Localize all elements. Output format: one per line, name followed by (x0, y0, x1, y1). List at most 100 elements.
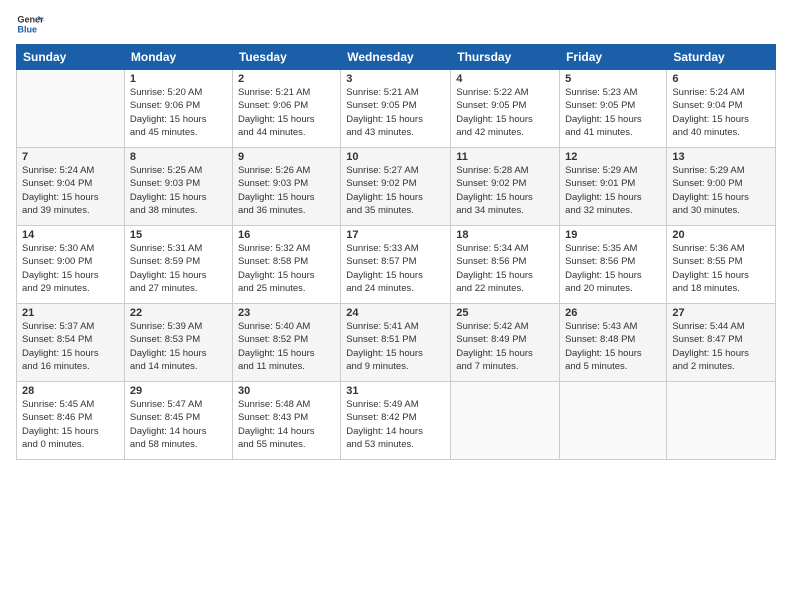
daylight-label: Daylight: 15 hours (22, 348, 99, 359)
daylight-label: Daylight: 15 hours (456, 348, 533, 359)
day-number: 7 (22, 151, 119, 163)
calendar-cell: 5Sunrise: 5:23 AMSunset: 9:05 PMDaylight… (560, 70, 667, 148)
sunrise-text: Sunrise: 5:21 AM (238, 87, 310, 98)
daylight-duration: and 32 minutes. (565, 205, 633, 216)
sunset-text: Sunset: 8:48 PM (565, 334, 635, 345)
daylight-label: Daylight: 15 hours (238, 114, 315, 125)
sunset-text: Sunset: 8:52 PM (238, 334, 308, 345)
calendar-cell (451, 382, 560, 460)
sunset-text: Sunset: 8:47 PM (672, 334, 742, 345)
daylight-label: Daylight: 15 hours (238, 348, 315, 359)
day-number: 26 (565, 307, 661, 319)
daylight-duration: and 34 minutes. (456, 205, 524, 216)
sunrise-text: Sunrise: 5:28 AM (456, 165, 528, 176)
daylight-label: Daylight: 15 hours (456, 192, 533, 203)
day-number: 28 (22, 385, 119, 397)
calendar-cell: 4Sunrise: 5:22 AMSunset: 9:05 PMDaylight… (451, 70, 560, 148)
daylight-label: Daylight: 15 hours (456, 114, 533, 125)
sunrise-text: Sunrise: 5:26 AM (238, 165, 310, 176)
sunrise-text: Sunrise: 5:20 AM (130, 87, 202, 98)
calendar-cell: 7Sunrise: 5:24 AMSunset: 9:04 PMDaylight… (17, 148, 125, 226)
sunset-text: Sunset: 9:04 PM (22, 178, 92, 189)
calendar-cell: 22Sunrise: 5:39 AMSunset: 8:53 PMDayligh… (124, 304, 232, 382)
sunrise-text: Sunrise: 5:37 AM (22, 321, 94, 332)
daylight-duration: and 24 minutes. (346, 283, 414, 294)
daylight-label: Daylight: 15 hours (565, 192, 642, 203)
sunrise-text: Sunrise: 5:44 AM (672, 321, 744, 332)
daylight-label: Daylight: 15 hours (130, 348, 207, 359)
day-info: Sunrise: 5:42 AMSunset: 8:49 PMDaylight:… (456, 320, 554, 373)
daylight-duration: and 43 minutes. (346, 127, 414, 138)
day-info: Sunrise: 5:25 AMSunset: 9:03 PMDaylight:… (130, 164, 227, 217)
calendar-cell: 13Sunrise: 5:29 AMSunset: 9:00 PMDayligh… (667, 148, 776, 226)
day-info: Sunrise: 5:36 AMSunset: 8:55 PMDaylight:… (672, 242, 770, 295)
weekday-header-tuesday: Tuesday (232, 45, 340, 70)
day-number: 1 (130, 73, 227, 85)
day-number: 27 (672, 307, 770, 319)
calendar-cell: 30Sunrise: 5:48 AMSunset: 8:43 PMDayligh… (232, 382, 340, 460)
daylight-duration: and 30 minutes. (672, 205, 740, 216)
daylight-duration: and 9 minutes. (346, 361, 408, 372)
sunset-text: Sunset: 8:42 PM (346, 412, 416, 423)
calendar-cell: 11Sunrise: 5:28 AMSunset: 9:02 PMDayligh… (451, 148, 560, 226)
daylight-label: Daylight: 15 hours (238, 270, 315, 281)
calendar-cell: 19Sunrise: 5:35 AMSunset: 8:56 PMDayligh… (560, 226, 667, 304)
day-number: 24 (346, 307, 445, 319)
daylight-duration: and 41 minutes. (565, 127, 633, 138)
sunset-text: Sunset: 9:02 PM (346, 178, 416, 189)
sunrise-text: Sunrise: 5:30 AM (22, 243, 94, 254)
daylight-label: Daylight: 15 hours (565, 270, 642, 281)
daylight-label: Daylight: 15 hours (22, 426, 99, 437)
daylight-label: Daylight: 15 hours (130, 270, 207, 281)
page: General Blue SundayMondayTuesdayWednesda… (0, 0, 792, 470)
day-number: 9 (238, 151, 335, 163)
sunrise-text: Sunrise: 5:41 AM (346, 321, 418, 332)
sunset-text: Sunset: 8:46 PM (22, 412, 92, 423)
sunrise-text: Sunrise: 5:29 AM (565, 165, 637, 176)
daylight-label: Daylight: 15 hours (672, 270, 749, 281)
sunrise-text: Sunrise: 5:49 AM (346, 399, 418, 410)
sunrise-text: Sunrise: 5:43 AM (565, 321, 637, 332)
sunrise-text: Sunrise: 5:40 AM (238, 321, 310, 332)
daylight-label: Daylight: 15 hours (238, 192, 315, 203)
week-row-5: 28Sunrise: 5:45 AMSunset: 8:46 PMDayligh… (17, 382, 776, 460)
day-info: Sunrise: 5:41 AMSunset: 8:51 PMDaylight:… (346, 320, 445, 373)
day-number: 6 (672, 73, 770, 85)
sunrise-text: Sunrise: 5:32 AM (238, 243, 310, 254)
day-number: 23 (238, 307, 335, 319)
daylight-duration: and 36 minutes. (238, 205, 306, 216)
sunset-text: Sunset: 8:49 PM (456, 334, 526, 345)
daylight-duration: and 20 minutes. (565, 283, 633, 294)
daylight-duration: and 53 minutes. (346, 439, 414, 450)
day-number: 5 (565, 73, 661, 85)
sunset-text: Sunset: 8:56 PM (565, 256, 635, 267)
daylight-label: Daylight: 15 hours (130, 192, 207, 203)
sunset-text: Sunset: 8:58 PM (238, 256, 308, 267)
svg-text:Blue: Blue (17, 24, 37, 34)
sunset-text: Sunset: 8:59 PM (130, 256, 200, 267)
calendar-cell: 21Sunrise: 5:37 AMSunset: 8:54 PMDayligh… (17, 304, 125, 382)
sunrise-text: Sunrise: 5:21 AM (346, 87, 418, 98)
daylight-label: Daylight: 15 hours (672, 192, 749, 203)
day-info: Sunrise: 5:37 AMSunset: 8:54 PMDaylight:… (22, 320, 119, 373)
sunrise-text: Sunrise: 5:24 AM (672, 87, 744, 98)
daylight-duration: and 38 minutes. (130, 205, 198, 216)
calendar-cell: 2Sunrise: 5:21 AMSunset: 9:06 PMDaylight… (232, 70, 340, 148)
sunset-text: Sunset: 9:03 PM (130, 178, 200, 189)
day-number: 13 (672, 151, 770, 163)
sunrise-text: Sunrise: 5:24 AM (22, 165, 94, 176)
calendar-cell: 29Sunrise: 5:47 AMSunset: 8:45 PMDayligh… (124, 382, 232, 460)
day-info: Sunrise: 5:35 AMSunset: 8:56 PMDaylight:… (565, 242, 661, 295)
sunrise-text: Sunrise: 5:22 AM (456, 87, 528, 98)
daylight-label: Daylight: 15 hours (565, 114, 642, 125)
sunset-text: Sunset: 8:53 PM (130, 334, 200, 345)
day-number: 30 (238, 385, 335, 397)
sunrise-text: Sunrise: 5:47 AM (130, 399, 202, 410)
calendar-cell: 27Sunrise: 5:44 AMSunset: 8:47 PMDayligh… (667, 304, 776, 382)
daylight-label: Daylight: 15 hours (22, 270, 99, 281)
day-info: Sunrise: 5:34 AMSunset: 8:56 PMDaylight:… (456, 242, 554, 295)
day-number: 16 (238, 229, 335, 241)
daylight-duration: and 42 minutes. (456, 127, 524, 138)
logo-icon: General Blue (16, 10, 44, 38)
day-number: 20 (672, 229, 770, 241)
